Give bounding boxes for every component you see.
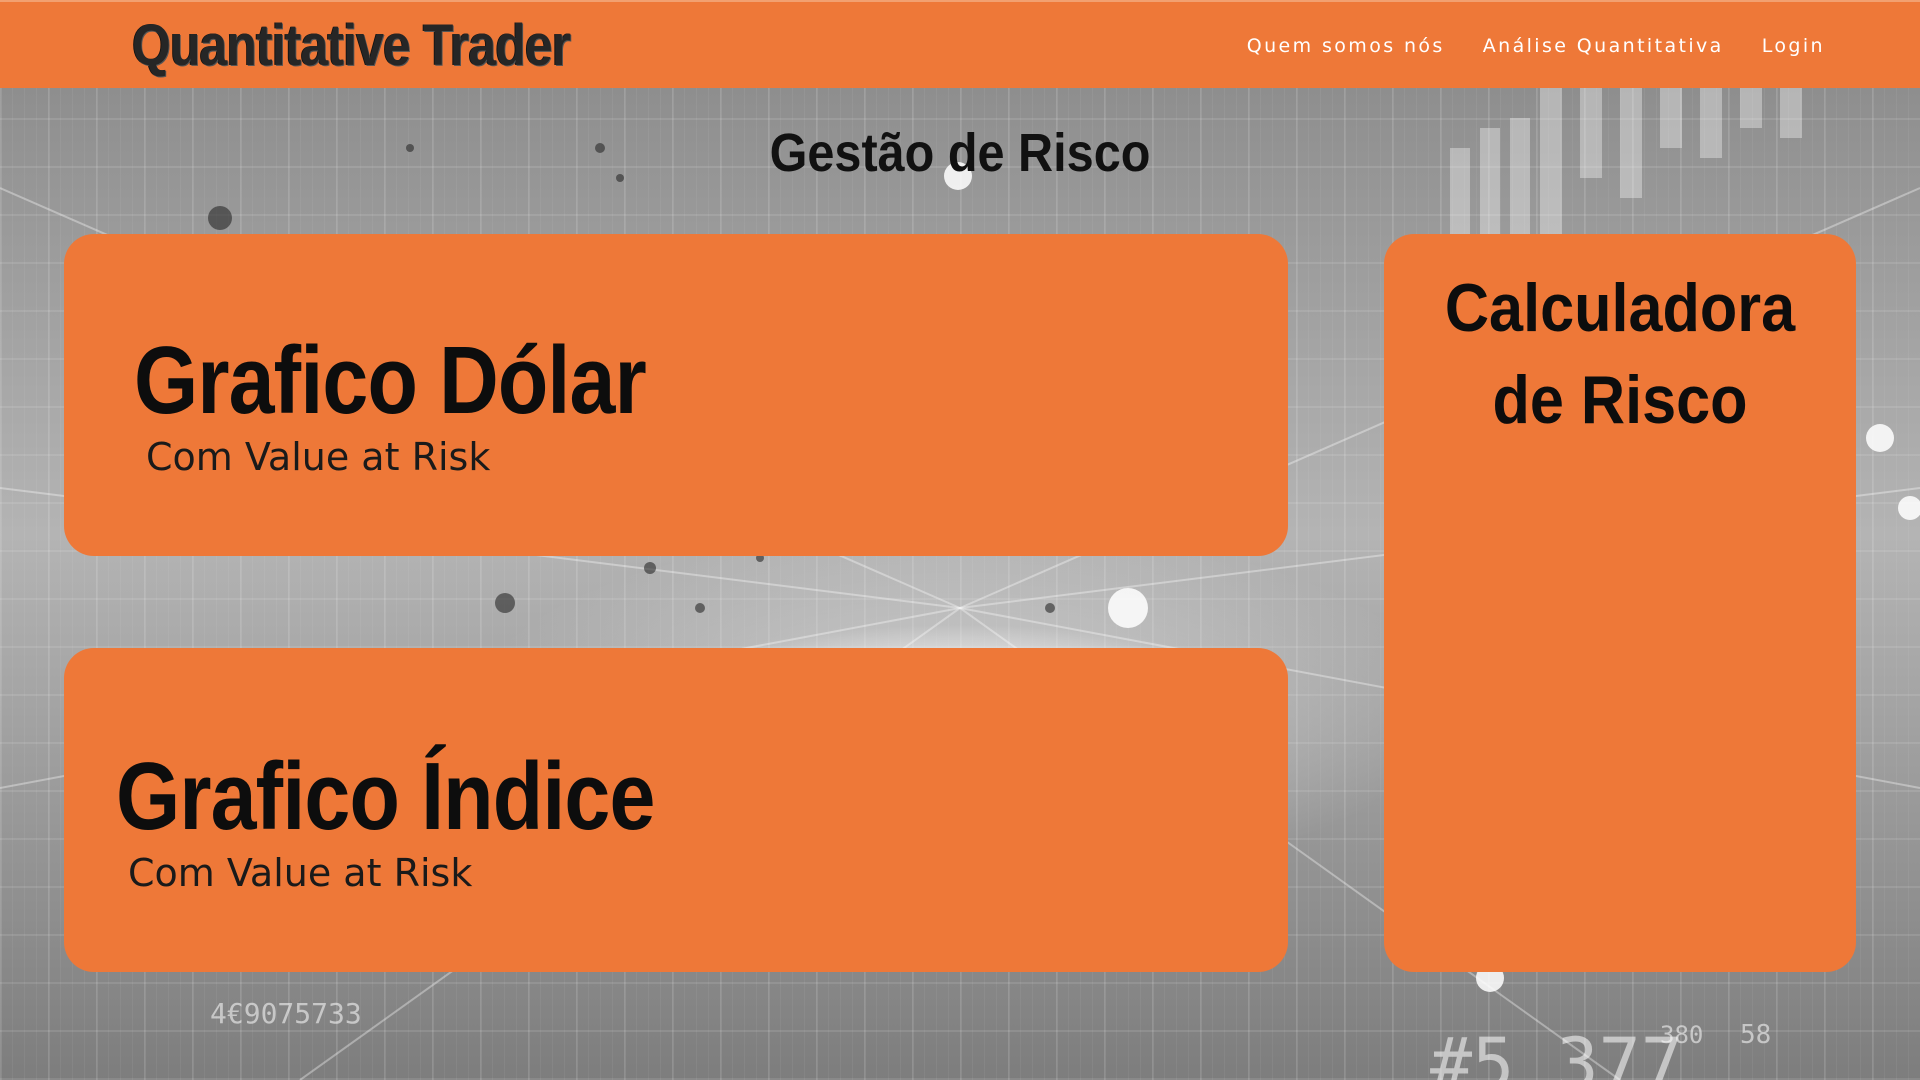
site-logo[interactable]: Quantitative Trader	[132, 10, 571, 82]
svg-text:#5 377: #5 377	[1430, 1023, 1683, 1080]
top-header: Quantitative Trader Quem somos nós Análi…	[0, 0, 1920, 88]
nav-link-analise-quantitativa[interactable]: Análise Quantitativa	[1483, 35, 1724, 57]
card-subtitle-grafico-indice: Com Value at Risk	[128, 851, 473, 895]
card-subtitle-grafico-dolar: Com Value at Risk	[146, 435, 491, 479]
card-title-calculadora-line2: de Risco	[1492, 362, 1748, 438]
card-calculadora-de-risco[interactable]: Calculadora de Risco	[1384, 234, 1856, 972]
svg-text:380: 380	[1660, 1021, 1703, 1049]
card-title-grafico-indice: Grafico Índice	[116, 743, 655, 850]
main-nav: Quem somos nós Análise Quantitativa Logi…	[1247, 2, 1825, 90]
svg-text:58: 58	[1740, 1020, 1771, 1050]
card-title-calculadora-line1: Calculadora	[1444, 270, 1796, 346]
card-title-calculadora: Calculadora de Risco	[1408, 262, 1833, 446]
card-title-grafico-dolar: Grafico Dólar	[134, 327, 647, 434]
svg-text:4€9075733: 4€9075733	[210, 997, 362, 1030]
page-title: Gestão de Risco	[769, 123, 1151, 183]
nav-link-login[interactable]: Login	[1762, 35, 1825, 57]
nav-link-quem-somos[interactable]: Quem somos nós	[1247, 35, 1445, 57]
